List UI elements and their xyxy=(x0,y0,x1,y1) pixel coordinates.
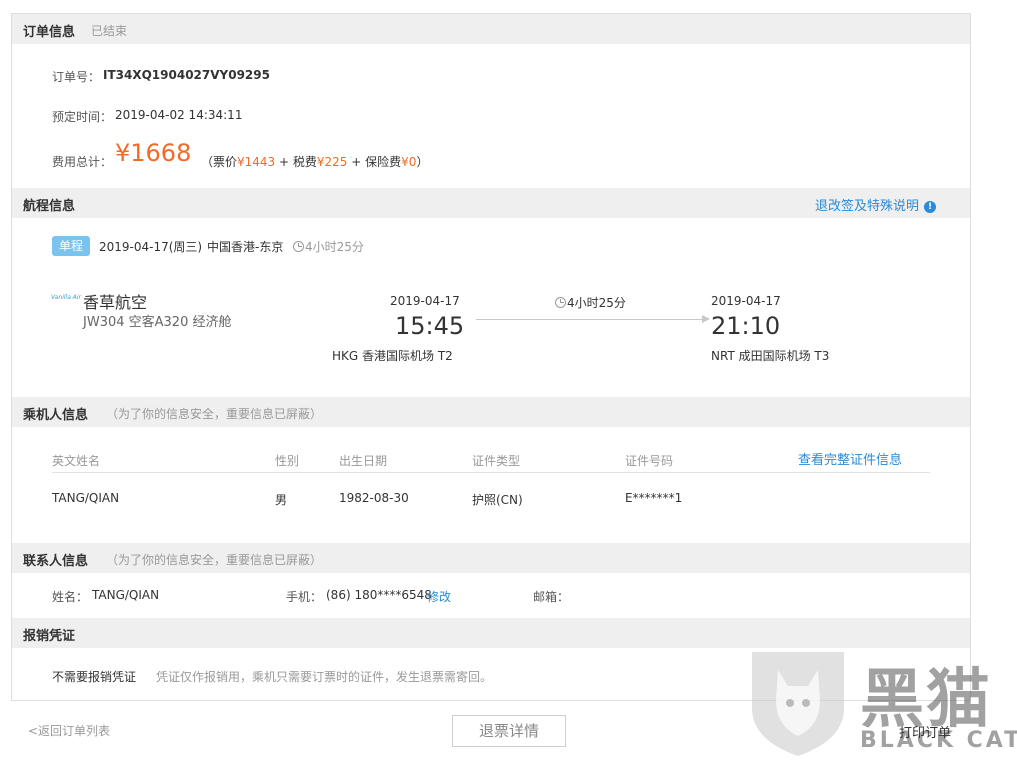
depart-airport: HKG 香港国际机场 T2 xyxy=(332,349,453,363)
insurance-amount: ¥0 xyxy=(401,155,417,169)
total-label: 费用总计： xyxy=(52,155,113,169)
trip-type-badge: 单程 xyxy=(52,236,90,256)
fare-amount: ¥1443 xyxy=(237,155,276,169)
arrow-right-icon xyxy=(702,315,710,323)
contact-name: TANG/QIAN xyxy=(92,588,160,602)
policy-link[interactable]: 退改签及特殊说明! xyxy=(815,195,937,214)
contact-phone-label: 手机： xyxy=(286,590,323,604)
booking-time-label: 预定时间： xyxy=(52,110,113,124)
passenger-title: 乘机人信息 xyxy=(23,408,89,423)
black-cat-watermark: 黑猫 BLACK CAT xyxy=(748,648,1017,758)
passenger-header: 乘机人信息 （为了你的信息安全，重要信息已屏蔽） xyxy=(12,397,970,427)
flight-duration: 4小时25分 xyxy=(555,294,626,311)
contact-phone: (86) 180****6548 xyxy=(326,588,432,602)
passenger-name: TANG/QIAN xyxy=(52,491,120,505)
flight-duration-text: 4小时25分 xyxy=(567,296,626,310)
back-to-list-link[interactable]: <返回订单列表 xyxy=(28,722,110,739)
trip-date: 2019-04-17(周三) xyxy=(99,240,203,254)
table-divider xyxy=(52,472,930,473)
itinerary-header: 航程信息 退改签及特殊说明! xyxy=(12,188,970,218)
passenger-gender: 男 xyxy=(275,493,288,507)
arrive-airport: NRT 成田国际机场 T3 xyxy=(711,349,830,363)
price-breakdown: （票价¥1443 + 税费¥225 + 保险费¥0） xyxy=(201,153,428,170)
trip-duration: 4小时25分 xyxy=(293,238,364,255)
passenger-id-number: E*******1 xyxy=(625,491,683,505)
view-full-id-link[interactable]: 查看完整证件信息 xyxy=(798,449,902,468)
print-order-link[interactable]: 打印订单 xyxy=(899,722,951,741)
trip-route: 中国香港-东京 xyxy=(207,240,284,254)
trip-duration-text: 4小时25分 xyxy=(305,240,364,254)
airline-name: 香草航空 xyxy=(83,293,148,312)
col-id-number: 证件号码 xyxy=(625,454,674,468)
receipt-hint: 凭证仅作报销用，乘机只需要订票时的证件，发生退票需寄回。 xyxy=(156,670,493,684)
passenger-birth-date: 1982-08-30 xyxy=(339,491,409,505)
col-id-type: 证件类型 xyxy=(472,454,521,468)
passenger-id-type: 护照(CN) xyxy=(472,493,523,507)
receipt-title: 报销凭证 xyxy=(23,629,76,644)
contact-note: （为了你的信息安全，重要信息已屏蔽） xyxy=(106,553,323,567)
total-amount: ¥1668 xyxy=(115,139,192,167)
refund-details-button[interactable]: 退票详情 xyxy=(452,715,566,747)
contact-title: 联系人信息 xyxy=(23,554,89,569)
col-gender: 性别 xyxy=(275,454,300,468)
breakdown-close: ） xyxy=(416,155,429,169)
flight-info: JW304 空客A320 经济舱 xyxy=(83,315,232,330)
policy-link-label: 退改签及特殊说明 xyxy=(815,199,920,214)
info-icon: ! xyxy=(924,201,937,213)
tax-label: + 税费 xyxy=(279,155,317,169)
insurance-label: + 保险费 xyxy=(351,155,402,169)
tax-amount: ¥225 xyxy=(316,155,348,169)
arrive-time: 21:10 xyxy=(711,312,781,340)
order-number: IT34XQ1904027VY09295 xyxy=(103,68,270,82)
col-birth-date: 出生日期 xyxy=(339,454,388,468)
arrive-date: 2019-04-17 xyxy=(711,294,781,308)
booking-time: 2019-04-02 14:34:11 xyxy=(115,108,243,122)
order-detail-card: 订单信息 已结束 订单号： IT34XQ1904027VY09295 预定时间：… xyxy=(11,13,971,701)
order-status: 已结束 xyxy=(91,24,128,38)
order-number-label: 订单号： xyxy=(52,70,101,84)
flight-arrow-line xyxy=(476,319,708,320)
airline-logo: Vanilla Air xyxy=(51,294,82,301)
depart-date: 2019-04-17 xyxy=(390,294,460,308)
passenger-note: （为了你的信息安全，重要信息已屏蔽） xyxy=(106,407,323,421)
contact-email-label: 邮箱： xyxy=(533,590,570,604)
receipt-header: 报销凭证 xyxy=(12,618,970,648)
contact-name-label: 姓名： xyxy=(52,590,89,604)
receipt-value: 不需要报销凭证 xyxy=(52,670,137,684)
contact-header: 联系人信息 （为了你的信息安全，重要信息已屏蔽） xyxy=(12,543,970,573)
cat-shield-icon xyxy=(752,652,844,756)
col-english-name: 英文姓名 xyxy=(52,454,101,468)
clock-icon xyxy=(293,241,304,252)
order-info-title: 订单信息 xyxy=(23,25,76,40)
order-info-header: 订单信息 已结束 xyxy=(12,14,970,44)
breakdown-open: （票价 xyxy=(201,155,238,169)
itinerary-title: 航程信息 xyxy=(23,199,76,214)
depart-time: 15:45 xyxy=(395,312,465,340)
clock-icon xyxy=(555,297,566,308)
edit-phone-link[interactable]: 修改 xyxy=(427,588,451,605)
